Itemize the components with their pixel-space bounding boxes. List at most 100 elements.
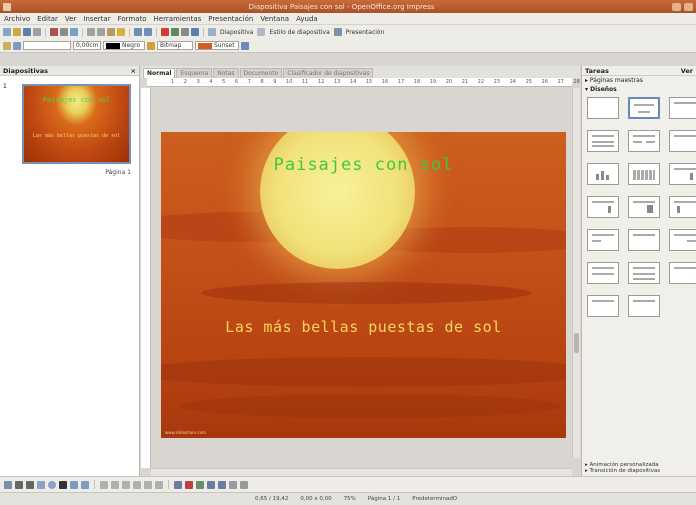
layout-two-columns[interactable]	[628, 130, 660, 152]
points-icon[interactable]	[174, 480, 182, 489]
tab-clasificador[interactable]: Clasificador de diapositivas	[283, 68, 374, 78]
tab-normal[interactable]: Normal	[143, 68, 176, 78]
layout-text-chart-2[interactable]	[587, 196, 619, 218]
redo-icon[interactable]	[144, 28, 152, 36]
layout-object-text[interactable]	[669, 229, 696, 251]
new-document-icon[interactable]	[3, 28, 11, 36]
menu-insertar[interactable]: Insertar	[83, 15, 110, 23]
layout-chart[interactable]	[587, 163, 619, 185]
presentation-icon[interactable]	[333, 28, 342, 36]
slide-canvas[interactable]: Paisajes con sol Las más bellas puestas …	[161, 132, 566, 438]
menu-ver[interactable]: Ver	[65, 15, 76, 23]
connector-icon[interactable]	[81, 480, 89, 489]
area-style-select[interactable]: Bitmap	[157, 41, 193, 50]
pdf-icon[interactable]	[50, 28, 58, 36]
presentation-button[interactable]: Presentación	[344, 29, 387, 36]
slide-design-button[interactable]: Estilo de diapositiva	[267, 29, 331, 36]
align-icon[interactable]	[229, 480, 237, 489]
undo-icon[interactable]	[134, 28, 142, 36]
gallery-icon[interactable]	[207, 480, 215, 489]
arrow-icon[interactable]	[26, 480, 34, 489]
print-icon[interactable]	[60, 28, 68, 36]
table-icon[interactable]	[171, 28, 179, 36]
slide-thumbnail[interactable]: Paisajes con sol Las más bellas puestas …	[22, 84, 131, 164]
layout-text-chart[interactable]	[669, 163, 696, 185]
arrow-style-icon[interactable]	[13, 41, 21, 50]
area-icon[interactable]	[147, 41, 155, 50]
slide-button[interactable]: Diapositiva	[218, 29, 255, 36]
horizontal-scrollbar[interactable]	[151, 468, 572, 476]
chart-icon[interactable]	[161, 28, 169, 36]
slide-subtitle[interactable]: Las más bellas puestas de sol	[161, 318, 566, 336]
stars-icon[interactable]	[155, 480, 163, 489]
extrusion-icon[interactable]	[218, 480, 226, 489]
copy-icon[interactable]	[97, 28, 105, 36]
shadow-icon[interactable]	[241, 41, 249, 50]
menu-presentacion[interactable]: Presentación	[208, 15, 253, 23]
layout-six-objects[interactable]	[669, 262, 696, 284]
section-master-pages[interactable]: ▸ Páginas maestras	[582, 76, 696, 85]
layout-object[interactable]	[628, 229, 660, 251]
line-style-select[interactable]	[23, 41, 71, 50]
block-arrows-icon[interactable]	[122, 480, 130, 489]
cut-icon[interactable]	[87, 28, 95, 36]
minimize-icon[interactable]	[672, 2, 681, 11]
from-file-icon[interactable]	[196, 480, 204, 489]
layout-title-two-objects[interactable]	[587, 262, 619, 284]
tab-esquema[interactable]: Esquema	[176, 68, 213, 78]
slide-design-icon[interactable]	[257, 28, 266, 36]
flowchart-icon[interactable]	[133, 480, 141, 489]
rectangle-icon[interactable]	[37, 480, 45, 489]
menu-ayuda[interactable]: Ayuda	[296, 15, 318, 23]
menu-archivo[interactable]: Archivo	[4, 15, 30, 23]
layout-four-objects[interactable]	[628, 262, 660, 284]
slide-title[interactable]: Paisajes con sol	[161, 155, 566, 175]
scroll-thumb[interactable]	[574, 333, 579, 353]
layout-title-content[interactable]	[669, 97, 696, 119]
paste-icon[interactable]	[107, 28, 115, 36]
layout-text-object[interactable]	[587, 229, 619, 251]
section-slide-transition[interactable]: ▸ Transición de diapositivas	[585, 468, 693, 474]
text-icon[interactable]	[59, 480, 67, 489]
close-icon[interactable]	[684, 2, 693, 11]
callouts-icon[interactable]	[144, 480, 152, 489]
slide-icon[interactable]	[208, 28, 216, 36]
select-icon[interactable]	[4, 480, 12, 489]
layout-title-slide[interactable]	[628, 97, 660, 119]
basic-shapes-icon[interactable]	[100, 480, 108, 489]
menu-formato[interactable]: Formato	[118, 15, 147, 23]
menu-herramientas[interactable]: Herramientas	[154, 15, 202, 23]
curve-icon[interactable]	[70, 480, 78, 489]
layout-title-only[interactable]	[669, 130, 696, 152]
close-pane-icon[interactable]: ×	[131, 66, 136, 75]
vertical-ruler[interactable]	[141, 88, 151, 468]
horizontal-ruler[interactable]: 1 2 3 4 5 6 7 8 9 10 11 12 13 14 15 16 1…	[147, 78, 580, 87]
section-layouts[interactable]: ▾ Diseños	[582, 85, 696, 94]
line-width-field[interactable]: 0,00cm	[73, 41, 101, 50]
layout-title-text[interactable]	[587, 130, 619, 152]
format-paintbrush-icon[interactable]	[117, 28, 125, 36]
layout-vertical-title[interactable]	[587, 295, 619, 317]
line-icon[interactable]	[15, 480, 23, 489]
menu-ventana[interactable]: Ventana	[260, 15, 289, 23]
zoom-icon[interactable]	[191, 28, 199, 36]
navigator-icon[interactable]	[181, 28, 189, 36]
vertical-scrollbar[interactable]	[572, 88, 580, 458]
ellipse-icon[interactable]	[48, 480, 56, 489]
layout-blank[interactable]	[587, 97, 619, 119]
save-icon[interactable]	[23, 28, 31, 36]
layout-chart-text[interactable]	[669, 196, 696, 218]
status-zoom[interactable]: 75%	[344, 496, 356, 502]
layout-table[interactable]	[628, 163, 660, 185]
layout-vertical-text[interactable]	[628, 295, 660, 317]
fontwork-icon[interactable]	[185, 480, 193, 489]
area-fill-select[interactable]: Sunset	[195, 41, 239, 50]
menu-editar[interactable]: Editar	[37, 15, 58, 23]
open-icon[interactable]	[13, 28, 21, 36]
tab-notas[interactable]: Notas	[213, 68, 239, 78]
arrange-icon[interactable]	[240, 480, 248, 489]
spellcheck-icon[interactable]	[70, 28, 78, 36]
line-style-icon[interactable]	[3, 41, 11, 50]
tasks-view-menu[interactable]: Ver	[681, 66, 693, 75]
line-color-select[interactable]: Negro	[103, 41, 145, 50]
